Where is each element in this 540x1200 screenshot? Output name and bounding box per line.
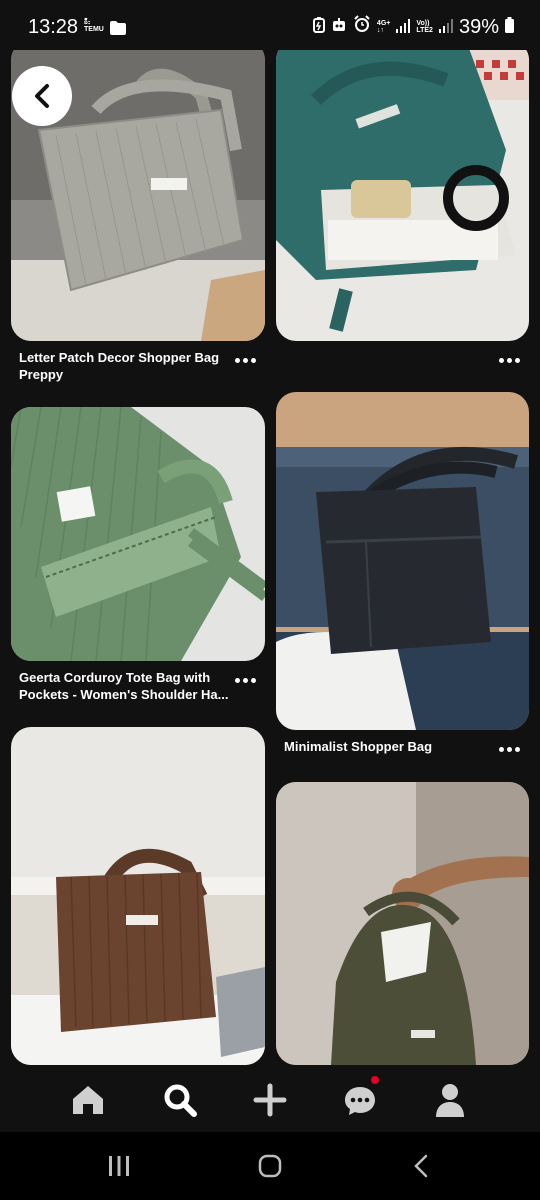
nav-profile[interactable] [430, 1080, 470, 1120]
volte-indicator: Vo)) LTE2 [416, 20, 433, 34]
battery-percent: 39% [458, 15, 499, 38]
messages-icon [345, 1087, 375, 1115]
pin-image-brown-corduroy-tote[interactable] [11, 727, 265, 1065]
nav-create[interactable] [250, 1080, 290, 1120]
pin-title-1[interactable]: Letter Patch Decor Shopper Bag Preppy [19, 349, 229, 383]
status-bar: 13:28 ခ်ိဳး TEMU 4G+ ↓↑ Vo)) LTE2 39% [0, 0, 540, 50]
alarm-icon [353, 15, 371, 39]
pin-title-4[interactable]: Minimalist Shopper Bag [284, 738, 484, 755]
profile-icon [436, 1084, 464, 1117]
back-button[interactable] [12, 66, 72, 126]
home-circle-icon [258, 1154, 282, 1178]
notif-label-bottom: TEMU [84, 26, 104, 33]
battery-icon [505, 16, 514, 39]
pin-more-options-1[interactable] [233, 355, 257, 365]
network-label: 4G+ [376, 20, 391, 27]
pin-image-olive-tote-in-hand[interactable] [276, 782, 529, 1065]
nav-home[interactable] [68, 1080, 108, 1120]
pin-more-options-2[interactable] [497, 355, 521, 365]
status-time: 13:28 [28, 16, 79, 38]
home-icon [73, 1086, 103, 1114]
signal-icon [396, 16, 411, 39]
create-icon [253, 1083, 287, 1117]
folder-icon [110, 21, 126, 40]
notification-dot [371, 1076, 379, 1084]
recent-apps-button[interactable] [99, 1152, 139, 1180]
volte-bottom: LTE2 [416, 27, 433, 34]
chevron-left-icon [35, 84, 49, 108]
network-type: 4G+ ↓↑ [376, 20, 391, 34]
nav-messages[interactable] [340, 1076, 380, 1120]
pin-image-black-denim-tote[interactable] [276, 392, 529, 730]
robot-icon [331, 16, 347, 39]
search-icon [164, 1084, 197, 1117]
pin-more-options-4[interactable] [497, 744, 521, 754]
notif-label-top: ခ်ိဳး [84, 19, 90, 26]
pin-more-options-3[interactable] [233, 675, 257, 685]
pin-title-3[interactable]: Geerta Corduroy Tote Bag with Pockets - … [19, 669, 229, 703]
system-nav-bar [0, 1132, 540, 1200]
bottom-nav [0, 1068, 540, 1132]
back-icon [414, 1154, 428, 1178]
signal-icon-2 [438, 16, 453, 39]
temu-notification-icon: ခ်ိဳး TEMU [84, 19, 104, 33]
back-system-button[interactable] [402, 1152, 442, 1180]
pin-image-green-corduroy-bag[interactable] [276, 40, 529, 341]
home-system-button[interactable] [250, 1152, 290, 1180]
volte-top: Vo)) [416, 20, 430, 27]
nav-search[interactable] [160, 1080, 200, 1120]
pin-image-sage-corduroy-tote[interactable] [11, 407, 265, 661]
recent-apps-icon [109, 1156, 129, 1176]
battery-saver-icon [312, 16, 325, 39]
